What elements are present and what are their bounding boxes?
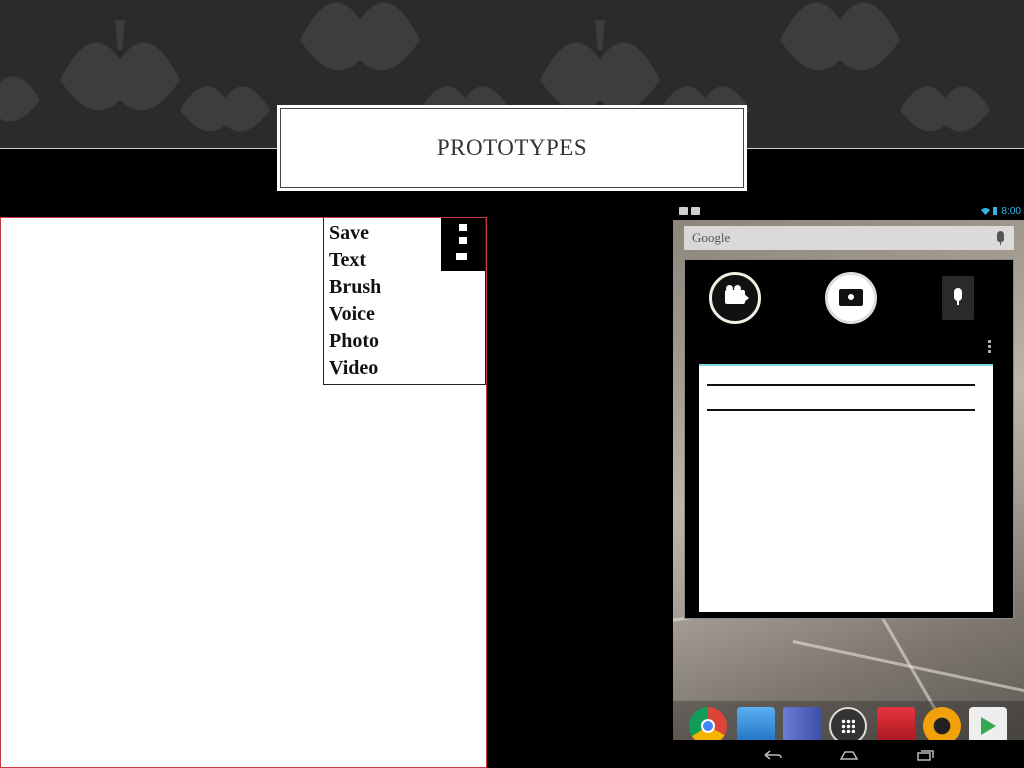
slide-title: PROTOTYPES <box>436 135 588 160</box>
download-notification-icon <box>691 207 700 215</box>
take-photo-button[interactable] <box>825 272 877 324</box>
gmail-notification-icon <box>679 207 688 215</box>
menu-item-photo[interactable]: Photo <box>329 331 379 351</box>
slide-title-box: PROTOTYPES <box>277 105 747 191</box>
google-search-label: Google <box>692 230 731 245</box>
overflow-dot-icon <box>456 253 467 260</box>
overflow-dot-icon <box>459 237 467 244</box>
home-icon[interactable] <box>839 749 859 761</box>
microphone-icon <box>954 288 962 305</box>
app-dock <box>673 701 1024 740</box>
note-widget <box>684 259 1014 619</box>
prototype-sketch: Save Text Brush Voice Photo Video <box>0 217 487 768</box>
android-screenshot: 8:00 Google <box>673 204 1024 768</box>
google-search-bar[interactable]: Google <box>684 226 1014 250</box>
play-store-icon[interactable] <box>969 707 1007 740</box>
overflow-dot-icon <box>459 224 467 231</box>
record-voice-button[interactable] <box>942 276 974 320</box>
menu-item-voice[interactable]: Voice <box>329 304 375 324</box>
home-wallpaper: Google <box>673 220 1024 740</box>
battery-icon <box>993 207 997 215</box>
music-icon[interactable] <box>923 707 961 740</box>
status-time: 8:00 <box>1001 206 1021 217</box>
status-bar: 8:00 <box>673 204 1024 220</box>
menu-item-text[interactable]: Text <box>329 250 366 270</box>
overflow-menu-button[interactable] <box>441 218 485 271</box>
navigation-bar <box>673 740 1024 768</box>
chrome-icon[interactable] <box>689 707 727 740</box>
books-icon[interactable] <box>737 707 775 740</box>
all-apps-icon[interactable] <box>829 707 867 740</box>
widget-overflow-icon[interactable] <box>988 340 991 354</box>
note-line <box>707 409 975 411</box>
voice-search-icon[interactable] <box>997 231 1004 245</box>
magazines-icon[interactable] <box>783 707 821 740</box>
note-line <box>707 384 975 386</box>
wifi-icon <box>981 208 990 215</box>
back-icon[interactable] <box>763 749 783 761</box>
menu-item-brush[interactable]: Brush <box>329 277 381 297</box>
menu-item-video[interactable]: Video <box>329 358 378 378</box>
movies-icon[interactable] <box>877 707 915 740</box>
options-menu: Save Text Brush Voice Photo Video <box>323 218 486 385</box>
note-text-area[interactable] <box>699 364 993 612</box>
recents-icon[interactable] <box>915 749 935 761</box>
record-video-button[interactable] <box>709 272 761 324</box>
menu-item-save[interactable]: Save <box>329 223 369 243</box>
